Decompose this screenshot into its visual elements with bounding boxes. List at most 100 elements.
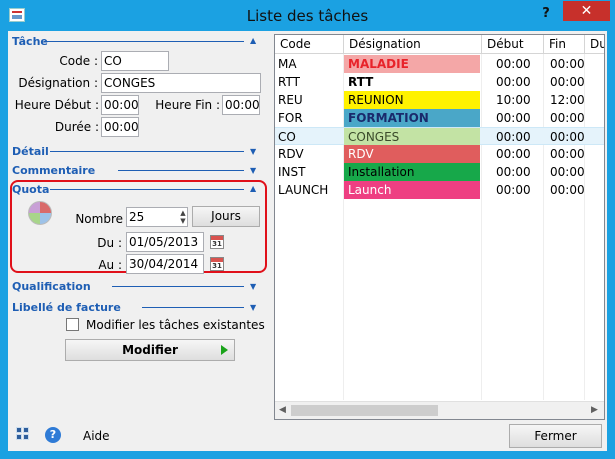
section-commentaire[interactable]: Commentaire [12, 164, 95, 178]
designation-label: Désignation : [18, 76, 98, 90]
section-divider [50, 151, 244, 152]
modifier-button[interactable]: Modifier [65, 339, 235, 361]
cell-debut: 00:00 [496, 111, 531, 125]
scroll-left-icon[interactable]: ◀ [279, 405, 286, 415]
cell-debut: 00:00 [496, 57, 531, 71]
column-header-du[interactable]: Du [585, 35, 604, 54]
heure-fin-field[interactable]: 00:00 [222, 95, 260, 115]
calendar-day-label: 31 [212, 240, 222, 248]
du-date-field[interactable]: 01/05/2013 [126, 232, 204, 252]
expand-arrow-icon[interactable]: ▼ [250, 303, 256, 313]
cell-designation: MALADIE [344, 55, 480, 73]
cell-code: LAUNCH [278, 183, 329, 197]
table-row[interactable]: RDV RDV 00:00 00:00 [275, 145, 604, 163]
cell-debut: 00:00 [496, 75, 531, 89]
section-detail[interactable]: Détail [12, 145, 49, 159]
spinner-arrows-icon[interactable]: ▲ ▼ [178, 209, 188, 227]
cell-fin: 00:00 [550, 75, 584, 89]
section-qualification[interactable]: Qualification [12, 280, 91, 294]
expand-arrow-icon[interactable]: ▼ [250, 147, 256, 157]
cell-code: INST [278, 165, 306, 179]
expand-arrow-icon[interactable]: ▼ [250, 166, 256, 176]
au-label: Au : [98, 258, 122, 272]
column-header-fin[interactable]: Fin [544, 35, 585, 54]
modify-existing-label[interactable]: Modifier les tâches existantes [86, 318, 265, 332]
cell-fin: 00:00 [550, 130, 584, 144]
cell-code: MA [278, 57, 297, 71]
help-icon[interactable]: ? [45, 427, 61, 443]
play-icon [221, 345, 228, 355]
cell-fin: 00:00 [550, 165, 584, 179]
cell-code: RDV [278, 147, 304, 161]
cell-code: REU [278, 93, 303, 107]
collapse-arrow-icon[interactable]: ▲ [250, 184, 256, 194]
window: Liste des tâches ? ✕ Tâche ▲ Code : CO D… [0, 0, 615, 459]
section-divider [112, 286, 244, 287]
jours-button[interactable]: Jours [192, 206, 260, 227]
code-field[interactable]: CO [101, 51, 169, 71]
cell-designation: RDV [344, 145, 480, 163]
calendar-icon[interactable]: 31 [210, 235, 224, 249]
heure-fin-label: Heure Fin : [155, 98, 220, 112]
aide-label[interactable]: Aide [83, 429, 110, 443]
nombre-label: Nombre [75, 212, 123, 226]
table-row[interactable]: MA MALADIE 00:00 00:00 [275, 55, 604, 73]
table-row[interactable]: LAUNCH Launch 00:00 00:00 [275, 181, 604, 199]
cell-designation: REUNION [344, 91, 480, 109]
table-row[interactable]: CO CONGES 00:00 00:00 [275, 127, 604, 146]
calendar-icon[interactable]: 31 [210, 257, 224, 271]
section-divider [118, 170, 244, 171]
section-divider [142, 307, 244, 308]
cell-debut: 00:00 [496, 147, 531, 161]
fermer-button[interactable]: Fermer [509, 424, 602, 448]
cell-code: FOR [278, 111, 303, 125]
table-row[interactable]: REU REUNION 10:00 12:00 [275, 91, 604, 109]
column-header-code[interactable]: Code [275, 35, 344, 54]
modify-existing-checkbox[interactable] [66, 318, 79, 331]
section-quota[interactable]: Quota [12, 183, 49, 197]
close-button[interactable]: ✕ [563, 1, 610, 21]
cell-fin: 00:00 [550, 57, 584, 71]
au-date-field[interactable]: 30/04/2014 [126, 254, 204, 274]
horizontal-scrollbar[interactable]: ◀ ▶ [275, 401, 604, 419]
heure-debut-field[interactable]: 00:00 [101, 95, 139, 115]
modifier-label: Modifier [122, 343, 178, 357]
task-grid[interactable]: Code Désignation Début Fin Du MA MALADIE 0… [274, 34, 605, 420]
cell-code: RTT [278, 75, 300, 89]
column-header-designation[interactable]: Désignation [344, 35, 482, 54]
cell-designation: RTT [344, 73, 480, 91]
cell-fin: 00:00 [550, 147, 584, 161]
column-header-debut[interactable]: Début [482, 35, 544, 54]
cell-debut: 10:00 [496, 93, 531, 107]
code-label: Code : [59, 54, 98, 68]
heure-debut-label: Heure Début : [14, 98, 99, 112]
help-button[interactable]: ? [534, 4, 558, 24]
cell-debut: 00:00 [496, 165, 531, 179]
section-divider [50, 189, 244, 190]
cell-fin: 00:00 [550, 183, 584, 197]
cell-debut: 00:00 [496, 183, 531, 197]
scrollbar-thumb[interactable] [291, 405, 438, 416]
cell-fin: 12:00 [550, 93, 584, 107]
pie-chart-icon [28, 201, 52, 225]
table-row[interactable]: INST Installation 00:00 00:00 [275, 163, 604, 181]
du-label: Du : [97, 236, 122, 250]
section-libelle-facture[interactable]: Libellé de facture [12, 301, 121, 315]
title-bar: Liste des tâches ? ✕ [0, 0, 615, 31]
designation-field[interactable]: CONGES [101, 73, 261, 93]
scroll-right-icon[interactable]: ▶ [591, 405, 598, 415]
table-row[interactable]: FOR FORMATION 00:00 00:00 [275, 109, 604, 127]
windows-icon[interactable] [16, 427, 30, 441]
cell-designation: CONGES [344, 128, 480, 146]
cell-designation: Installation [344, 163, 480, 181]
expand-arrow-icon[interactable]: ▼ [250, 282, 256, 292]
window-title: Liste des tâches [246, 7, 369, 25]
grid-header: Code Désignation Début Fin Du [275, 35, 604, 54]
collapse-arrow-icon[interactable]: ▲ [250, 36, 256, 46]
table-row[interactable]: RTT RTT 00:00 00:00 [275, 73, 604, 91]
section-divider [44, 41, 244, 42]
cell-fin: 00:00 [550, 111, 584, 125]
duree-field[interactable]: 00:00 [101, 117, 139, 137]
section-tache[interactable]: Tâche [12, 35, 48, 49]
duree-label: Durée : [54, 120, 99, 134]
